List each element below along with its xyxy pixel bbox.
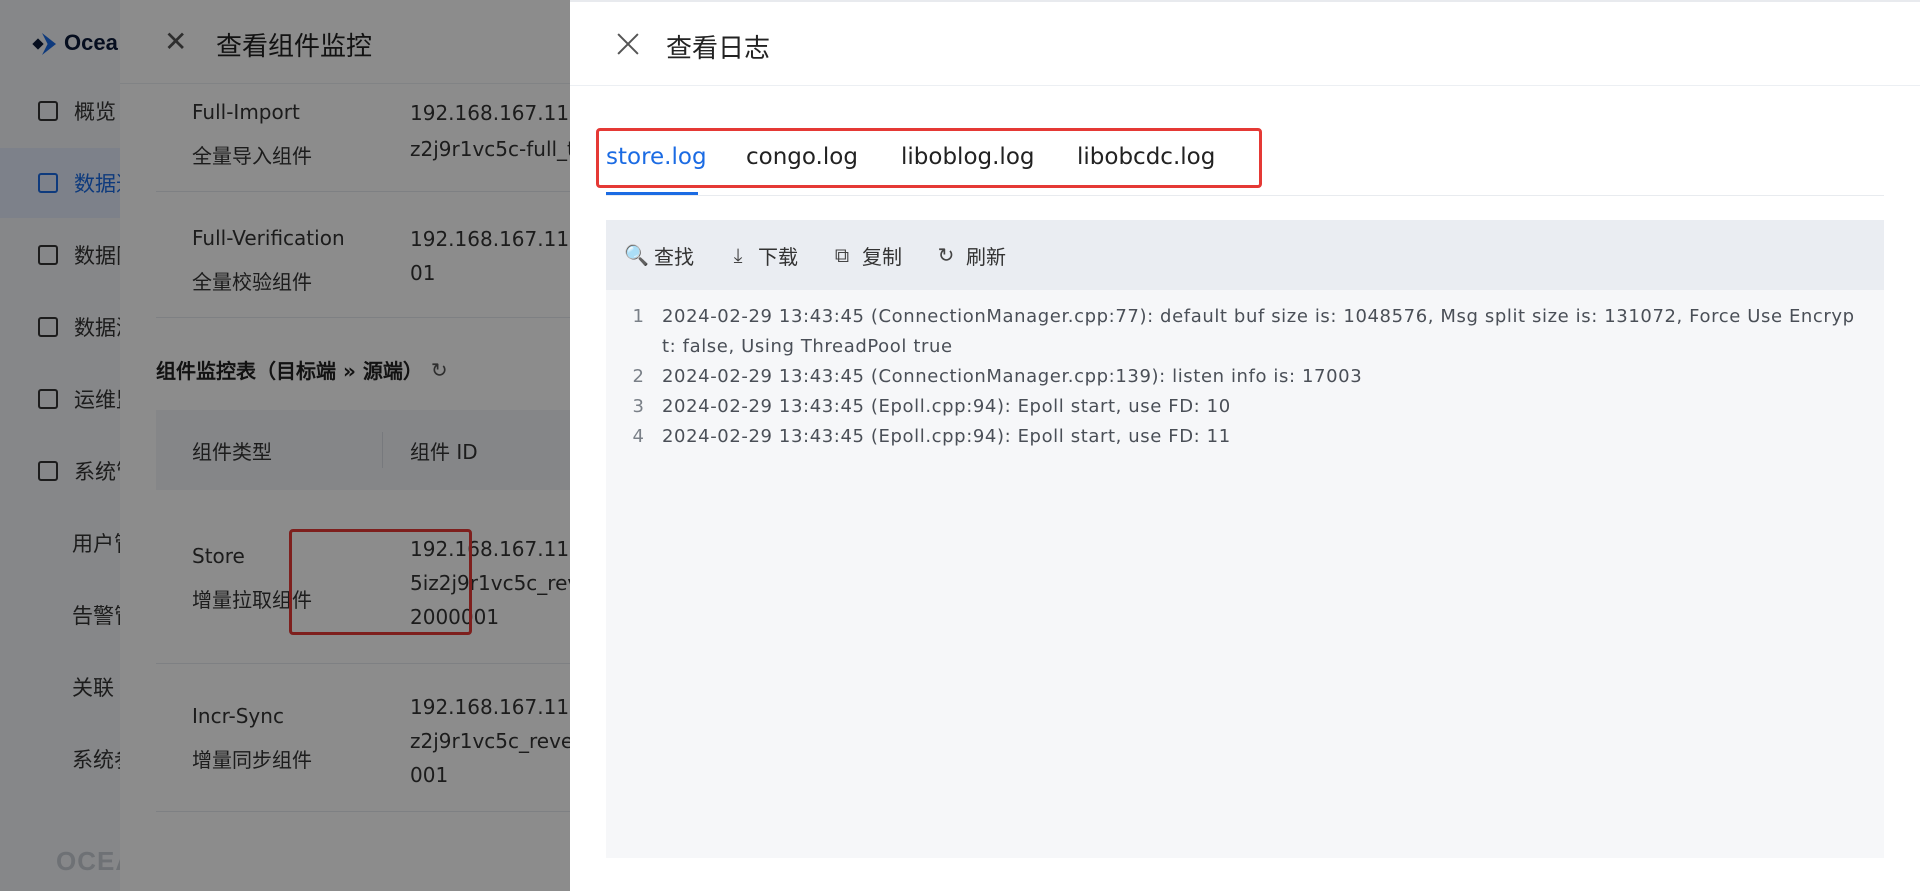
line-number: 4	[632, 426, 644, 447]
modal-mask[interactable]	[0, 0, 570, 891]
copy-icon: ⧉	[834, 243, 850, 267]
log-line: 4 2024-02-29 13:43:45 (Epoll.cpp:94): Ep…	[606, 422, 1884, 452]
line-text: 2024-02-29 13:43:45 (ConnectionManager.c…	[662, 306, 1855, 357]
line-number: 3	[632, 396, 644, 417]
search-doc-icon: 🔍	[624, 243, 649, 267]
refresh-button[interactable]: ↻ 刷新	[936, 241, 1006, 270]
log-line: 1 2024-02-29 13:43:45 (ConnectionManager…	[606, 302, 1884, 362]
search-label: 查找	[654, 244, 694, 269]
line-text: 2024-02-29 13:43:45 (Epoll.cpp:94): Epol…	[662, 426, 1231, 447]
search-button[interactable]: 🔍 查找	[624, 241, 694, 270]
close-icon[interactable]	[614, 30, 642, 58]
refresh-icon: ↻	[937, 243, 955, 267]
copy-label: 复制	[862, 244, 902, 269]
drawer-title: 查看日志	[666, 34, 771, 64]
copy-button[interactable]: ⧉ 复制	[832, 241, 902, 270]
log-toolbar: 🔍 查找 ⤓ 下载 ⧉ 复制 ↻ 刷新	[606, 220, 1884, 290]
app-root: Ocea 概览 数据迁移 数据同步 数据源 运维监控 系统管理 用户管理 告警管…	[0, 0, 1920, 891]
line-text: 2024-02-29 13:43:45 (Epoll.cpp:94): Epol…	[662, 396, 1231, 417]
line-number: 1	[632, 306, 644, 327]
drawer-header: 查看日志	[570, 2, 1920, 86]
tabs-highlight-box	[596, 128, 1262, 188]
refresh-label: 刷新	[966, 244, 1006, 269]
line-number: 2	[632, 366, 644, 387]
download-button[interactable]: ⤓ 下载	[728, 241, 798, 270]
line-text: 2024-02-29 13:43:45 (ConnectionManager.c…	[662, 366, 1363, 387]
log-viewer[interactable]: 1 2024-02-29 13:43:45 (ConnectionManager…	[606, 290, 1884, 858]
download-label: 下载	[758, 244, 798, 269]
download-icon: ⤓	[733, 243, 743, 267]
active-tab-indicator	[606, 192, 698, 195]
log-line: 2 2024-02-29 13:43:45 (ConnectionManager…	[606, 362, 1884, 392]
log-drawer: 查看日志 store.log congo.log liboblog.log li…	[570, 0, 1920, 891]
log-line: 3 2024-02-29 13:43:45 (Epoll.cpp:94): Ep…	[606, 392, 1884, 422]
